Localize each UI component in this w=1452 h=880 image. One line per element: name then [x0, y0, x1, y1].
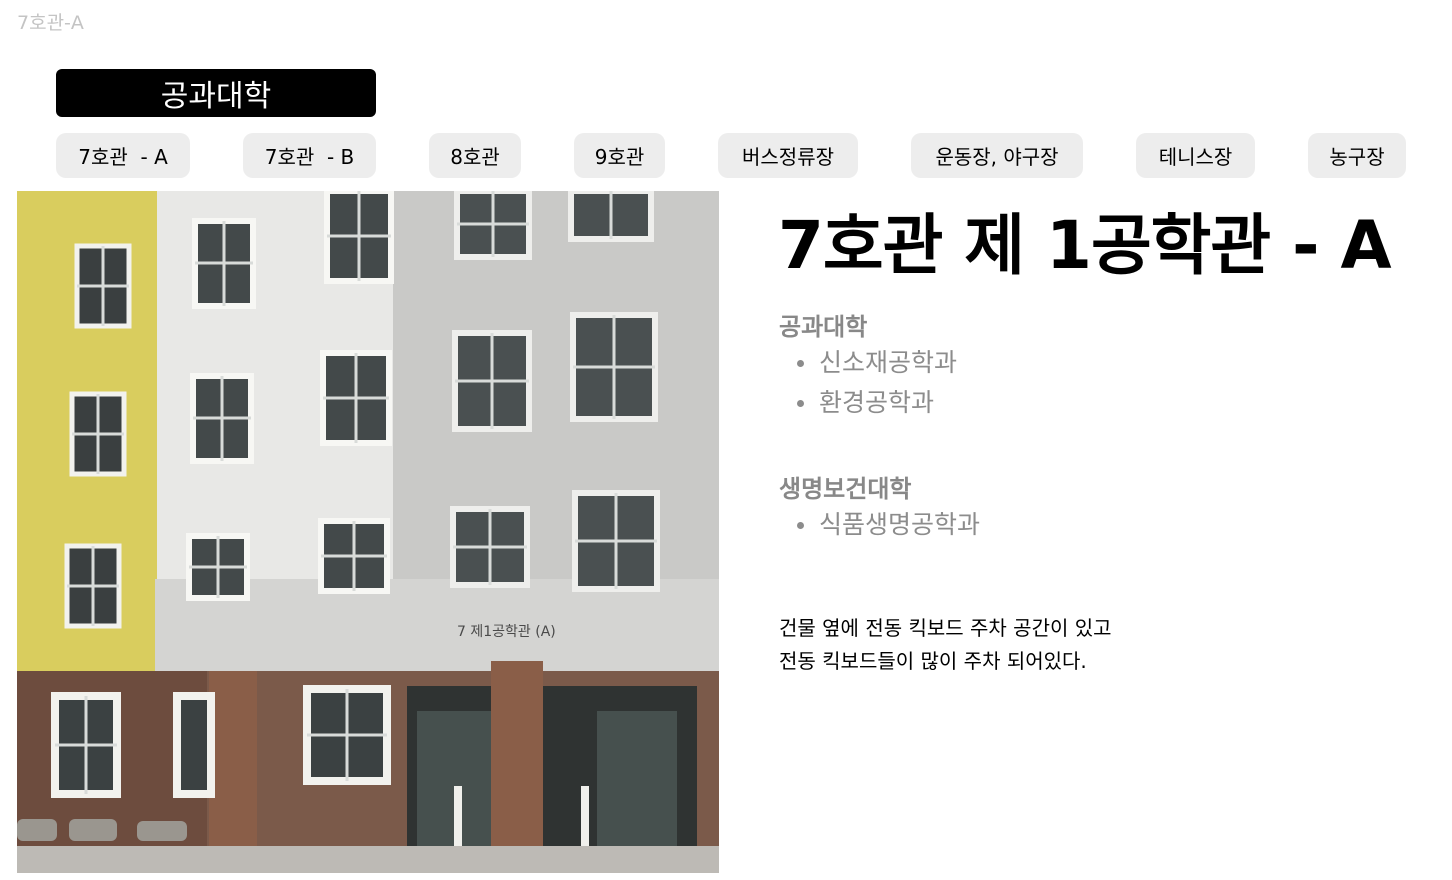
tab-building-7b[interactable]: 7호관 - B — [243, 133, 376, 178]
description-line: 전동 킥보드들이 많이 주차 되어있다. — [779, 649, 1087, 673]
bullet-icon — [797, 400, 804, 407]
list-item: 환경공학과 — [797, 383, 957, 423]
building-photo: 7 제1공학관 (A) — [17, 191, 719, 873]
tab-bus-stop[interactable]: 버스정류장 — [718, 133, 858, 178]
building-description: 건물 옆에 전동 킥보드 주차 공간이 있고 전동 킥보드들이 많이 주차 되어… — [779, 612, 1112, 678]
tab-playground[interactable]: 운동장, 야구장 — [911, 133, 1083, 178]
page-title: 7호관 제 1공학관 - A — [778, 207, 1392, 284]
bullet-icon — [797, 360, 804, 367]
department-list-engineering: 신소재공학과 환경공학과 — [797, 343, 957, 423]
department-name: 식품생명공학과 — [819, 510, 981, 539]
tab-basketball-court[interactable]: 농구장 — [1308, 133, 1406, 178]
department-list-life-health: 식품생명공학과 — [797, 505, 980, 545]
description-line: 건물 옆에 전동 킥보드 주차 공간이 있고 — [779, 616, 1112, 640]
list-item: 신소재공학과 — [797, 343, 957, 383]
section-heading-engineering: 공과대학 — [779, 313, 868, 341]
tab-building-8[interactable]: 8호관 — [429, 133, 521, 178]
tab-building-9[interactable]: 9호관 — [574, 133, 665, 178]
tab-tennis-court[interactable]: 테니스장 — [1136, 133, 1255, 178]
college-header: 공과대학 — [56, 69, 376, 117]
tab-building-7a[interactable]: 7호관 - A — [56, 133, 190, 178]
building-sign: 7 제1공학관 (A) — [457, 624, 556, 640]
section-heading-life-health: 생명보건대학 — [779, 475, 912, 503]
list-item: 식품생명공학과 — [797, 505, 980, 545]
bullet-icon — [797, 522, 804, 529]
page-label: 7호관-A — [17, 12, 84, 34]
department-name: 환경공학과 — [819, 388, 935, 417]
department-name: 신소재공학과 — [819, 348, 958, 377]
